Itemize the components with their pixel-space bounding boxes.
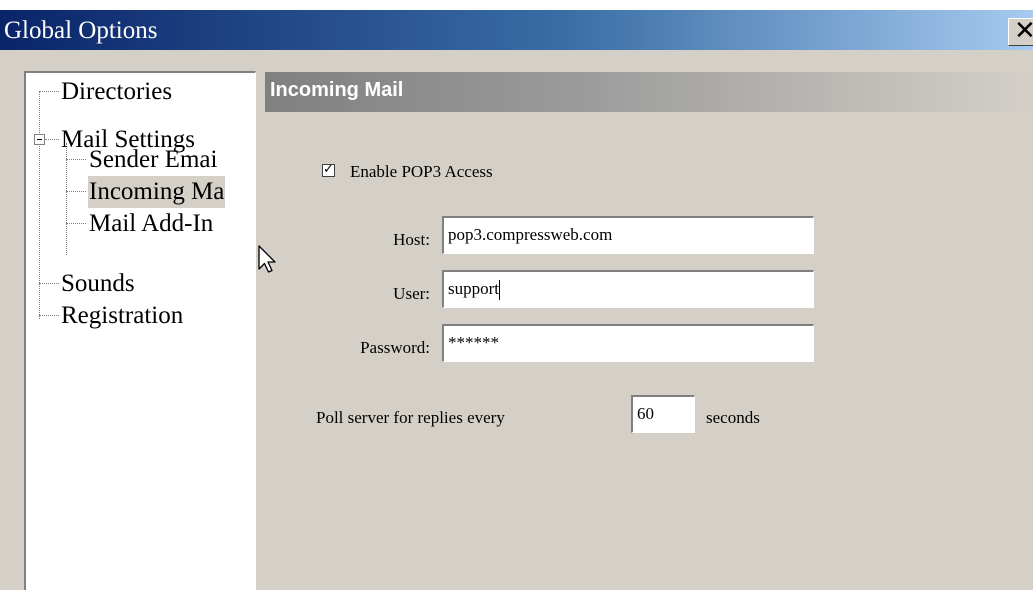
global-options-dialog: Global Options ✕ Directories Mail Settin… [0, 10, 1033, 590]
close-icon: ✕ [1014, 16, 1033, 46]
enable-pop3-checkbox[interactable]: ✓ [322, 162, 335, 177]
tree-item-sounds[interactable]: Sounds [60, 268, 136, 300]
tree-line [39, 91, 40, 319]
user-input[interactable]: support [442, 270, 814, 308]
host-value: pop3.compressweb.com [448, 225, 613, 244]
mouse-pointer-icon [258, 245, 276, 273]
tree-line [66, 159, 86, 160]
minus-box-icon[interactable] [34, 134, 45, 145]
tree-line [39, 315, 59, 316]
close-button[interactable]: ✕ [1008, 16, 1033, 46]
text-caret [499, 280, 500, 301]
tree-item-label: Registration [61, 302, 184, 329]
tree-item-label: Incoming Ma [88, 176, 226, 208]
poll-interval-label: Poll server for replies every [316, 408, 505, 427]
poll-interval-unit: seconds [706, 408, 760, 427]
password-input[interactable]: ****** [442, 324, 814, 362]
poll-interval-input[interactable]: 60 [631, 395, 695, 433]
panel-header: Incoming Mail [265, 72, 1033, 112]
title-bar[interactable]: Global Options ✕ [0, 10, 1033, 50]
user-value: support [448, 279, 499, 298]
tree-item-label: Directories [61, 78, 173, 105]
password-label: Password: [360, 338, 430, 357]
user-label: User: [393, 284, 430, 303]
tree-item-label: Sounds [61, 270, 135, 297]
options-tree[interactable]: Directories Mail Settings Sender Emai In… [24, 71, 256, 590]
tree-item-label: Sender Emai [89, 146, 218, 173]
tree-item-registration[interactable]: Registration [60, 300, 184, 332]
tree-line [66, 223, 86, 224]
enable-pop3-label: Enable POP3 Access [350, 162, 493, 181]
tree-line [45, 139, 59, 140]
window-title: Global Options [4, 17, 158, 44]
poll-interval-value: 60 [637, 404, 654, 423]
panel-title: Incoming Mail [270, 79, 404, 101]
host-label: Host: [393, 230, 430, 249]
password-value: ****** [448, 333, 499, 352]
tree-item-mail-add-in[interactable]: Mail Add-In [88, 208, 258, 240]
tree-item-label: Mail Add-In [89, 210, 214, 237]
tree-line [39, 283, 59, 284]
tree-item-directories[interactable]: Directories [60, 76, 173, 108]
tree-line [39, 91, 59, 92]
tree-item-incoming-mail[interactable]: Incoming Ma [88, 176, 258, 208]
tree-item-sender-email[interactable]: Sender Emai [88, 144, 258, 176]
checkmark-icon: ✓ [323, 162, 334, 177]
host-input[interactable]: pop3.compressweb.com [442, 216, 814, 254]
tree-line [66, 191, 86, 192]
